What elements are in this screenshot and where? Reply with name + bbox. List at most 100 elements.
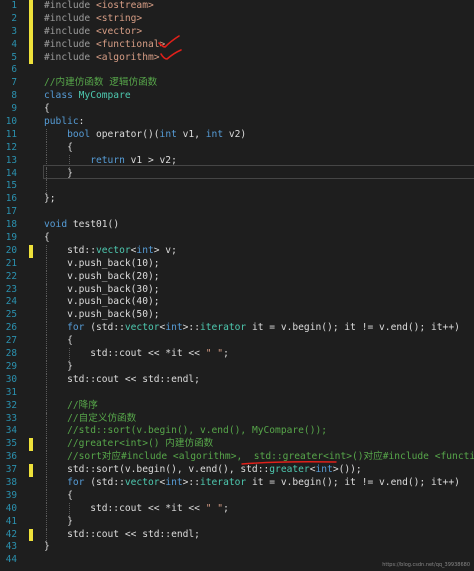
code-line[interactable]: 8 class MyCompare — [0, 90, 474, 103]
token-tx: } — [44, 360, 73, 372]
line-number: 9 — [11, 103, 17, 115]
line-number: 38 — [5, 476, 17, 488]
token-tx — [44, 400, 67, 411]
line-number: 15 — [5, 180, 17, 192]
token-tx: >:: — [182, 476, 200, 488]
code-line[interactable]: 27 { — [0, 335, 474, 349]
code-line[interactable]: 2 #include <string> — [0, 12, 474, 26]
code-line[interactable]: 17 — [0, 206, 474, 219]
line-number: 10 — [5, 116, 17, 128]
code-text: #include <functional> — [44, 39, 165, 52]
token-tx: test01() — [72, 219, 120, 231]
line-number: 14 — [5, 167, 17, 179]
code-line[interactable]: 31 — [0, 386, 474, 400]
line-number: 27 — [5, 335, 17, 347]
code-line[interactable]: 26 for (std::vector<int>::iterator it = … — [0, 322, 474, 336]
code-line[interactable]: 42 std::cout << std::endl; — [0, 528, 474, 542]
token-kw: for — [67, 476, 91, 488]
token-str: <vector> — [95, 25, 143, 37]
code-line[interactable]: 19 { — [0, 232, 474, 245]
token-kw: for — [67, 322, 91, 334]
token-tx: >:: — [182, 322, 200, 334]
code-line[interactable]: 1 #include <iostream> — [0, 0, 474, 13]
code-line[interactable]: 40 std::cout << *it << " "; — [0, 502, 474, 516]
change-marker — [29, 528, 33, 542]
code-line[interactable]: 28 std::cout << *it << " "; — [0, 348, 474, 361]
code-text: }; — [44, 193, 56, 206]
token-tx — [44, 425, 67, 436]
code-line[interactable]: 20 std::vector<int> v; — [0, 244, 474, 258]
code-line[interactable]: 29 } — [0, 360, 474, 374]
code-line[interactable]: 5 #include <algorithm> — [0, 51, 474, 65]
code-line[interactable]: 15 — [0, 180, 474, 194]
token-tx: v.push_back(10); — [44, 257, 160, 269]
code-line[interactable]: 11 bool operator()(int v1, int v2) — [0, 128, 474, 142]
token-cm: //内建仿函数 逻辑仿函数 — [44, 77, 158, 89]
code-line[interactable]: 24 v.push_back(40); — [0, 296, 474, 310]
code-line[interactable]: 33 //自定义仿函数 — [0, 412, 474, 426]
code-line[interactable]: 43} — [0, 541, 474, 554]
code-text: { — [44, 232, 50, 245]
token-tx — [44, 129, 67, 140]
code-line[interactable]: 30 std::cout << std::endl; — [0, 373, 474, 387]
code-line[interactable]: 39 { — [0, 489, 474, 503]
line-number: 1 — [11, 0, 17, 11]
code-line[interactable]: 37 std::sort(v.begin(), v.end(), std::gr… — [0, 464, 474, 477]
watermark-text: https://blog.csdn.net/qq_39938680 — [382, 562, 470, 568]
token-kw: bool — [67, 128, 96, 140]
line-number: 31 — [5, 386, 17, 398]
code-line[interactable]: 4 #include <functional> — [0, 38, 474, 52]
code-text: public: — [44, 116, 84, 129]
token-tx: std::cout << std::endl; — [44, 528, 200, 540]
code-text: v.push_back(50); — [44, 309, 159, 322]
line-number: 37 — [5, 464, 17, 476]
token-pp: #include — [44, 25, 96, 37]
code-line[interactable]: 7 //内建仿函数 逻辑仿函数 — [0, 77, 474, 90]
token-ty: MyCompare — [78, 90, 131, 102]
code-line[interactable]: 22 v.push_back(20); — [0, 270, 474, 284]
code-line[interactable]: 35 //greater<int>() 内建仿函数 — [0, 438, 474, 452]
change-marker — [29, 244, 33, 258]
change-marker — [29, 0, 33, 13]
code-line[interactable]: 32 //降序 — [0, 399, 474, 413]
token-tx: { — [44, 489, 73, 501]
token-kw: int — [165, 476, 183, 488]
code-line[interactable]: 23 v.push_back(30); — [0, 283, 474, 297]
token-tx: { — [44, 335, 73, 347]
code-line[interactable]: 10 public: — [0, 116, 474, 129]
token-tx: { — [44, 141, 73, 153]
token-tx: }; — [44, 193, 56, 205]
line-number: 29 — [5, 360, 17, 372]
token-kw: int — [205, 128, 229, 140]
token-tx: std::cout << std::endl; — [44, 373, 200, 385]
code-line[interactable]: 25 v.push_back(50); — [0, 309, 474, 323]
code-line[interactable]: 3 #include <vector> — [0, 25, 474, 39]
code-line[interactable]: 34 //std::sort(v.begin(), v.end(), MyCom… — [0, 425, 474, 439]
token-str: <functional> — [95, 38, 166, 50]
code-line[interactable]: 41 } — [0, 515, 474, 529]
token-pp: #include — [44, 12, 96, 24]
line-number: 36 — [5, 451, 17, 463]
token-tx — [44, 451, 67, 462]
token-tx: std::cout << *it << — [44, 348, 206, 360]
token-tx: : — [78, 116, 85, 128]
code-line[interactable]: 6 — [0, 64, 474, 77]
line-number: 4 — [11, 38, 17, 50]
code-line[interactable]: 12 { — [0, 141, 474, 155]
code-line[interactable]: 38 for (std::vector<int>::iterator it = … — [0, 476, 474, 490]
code-editor[interactable]: 1 #include <iostream> 2 #include <string> 3 #… — [0, 0, 474, 571]
code-text: #include <algorithm> — [44, 52, 160, 65]
token-tx: std::sort(v.begin(), v.end(), std:: — [44, 464, 270, 476]
code-line[interactable]: 16}; — [0, 193, 474, 206]
code-text: std::cout << *it << " "; — [44, 348, 229, 361]
code-line[interactable]: 18 void test01() — [0, 219, 474, 232]
line-number: 16 — [5, 193, 17, 205]
code-text: v.push_back(30); — [44, 284, 159, 297]
code-line[interactable]: 36 //sort对应#include <algorithm>, std::gr… — [0, 451, 474, 465]
code-line[interactable]: 21 v.push_back(10); — [0, 257, 474, 271]
token-tx: } — [44, 541, 50, 553]
code-line[interactable]: 9{ — [0, 103, 474, 116]
line-number: 13 — [5, 154, 17, 166]
line-number: 12 — [5, 141, 17, 153]
code-text: } — [44, 361, 73, 374]
